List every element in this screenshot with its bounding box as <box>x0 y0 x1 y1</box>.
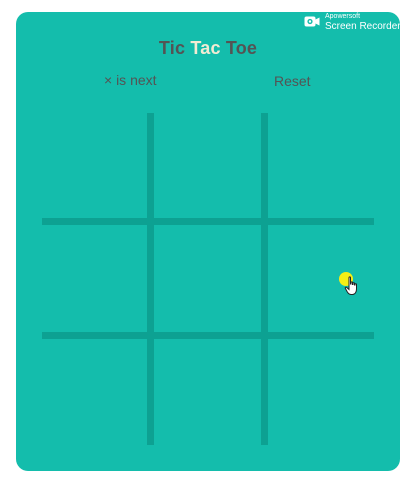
page-title: Tic Tac Toe <box>16 38 400 59</box>
grid-line-vertical-1 <box>147 113 154 445</box>
grid-line-horizontal-2 <box>42 332 374 339</box>
board-cell-8[interactable] <box>154 339 259 444</box>
next-player-status: × is next <box>104 72 157 88</box>
board-cell-2[interactable] <box>154 113 259 218</box>
board-cell-7[interactable] <box>42 339 147 444</box>
board-cell-3[interactable] <box>268 113 373 218</box>
title-word-tac: Tac <box>190 38 221 58</box>
camera-icon <box>304 16 320 27</box>
reset-button[interactable]: Reset <box>268 71 317 91</box>
board-cell-1[interactable] <box>42 113 147 218</box>
title-word-toe: Toe <box>225 38 258 58</box>
grid-line-horizontal-1 <box>42 218 374 225</box>
screen-recorder-watermark: Apowersoft Screen Recorder <box>304 12 404 34</box>
game-board <box>42 113 374 445</box>
hand-pointer-icon <box>344 276 357 295</box>
watermark-product: Screen Recorder <box>325 21 401 32</box>
board-cell-4[interactable] <box>42 225 147 330</box>
game-card: Tic Tac Toe × is next Reset <box>16 12 400 471</box>
title-word-tic: Tic <box>158 38 186 58</box>
grid-line-vertical-2 <box>261 113 268 445</box>
watermark-brand: Apowersoft <box>325 13 361 20</box>
board-cell-9[interactable] <box>268 339 373 444</box>
board-cell-5[interactable] <box>154 225 259 330</box>
